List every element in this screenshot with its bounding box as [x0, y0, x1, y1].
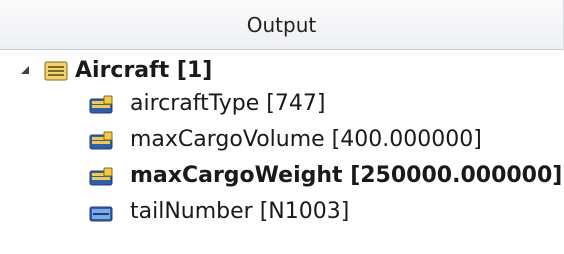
tree-node-label: maxCargoWeight [250000.000000]	[130, 162, 563, 188]
tree-node-maxCargoWeight[interactable]: maxCargoWeight [250000.000000]	[0, 158, 564, 194]
tree-node-maxCargoVolume[interactable]: maxCargoVolume [400.000000]	[0, 122, 564, 158]
tree-node-label: aircraftType [747]	[130, 90, 326, 116]
tree-node-label: tailNumber [N1003]	[130, 198, 350, 224]
expand-collapse-icon[interactable]	[21, 66, 29, 74]
output-panel: Output Aircraft [1] aircraftType [747] m…	[0, 0, 564, 254]
attribute-icon	[89, 167, 113, 187]
attribute-icon	[89, 131, 113, 151]
string-attribute-icon	[89, 203, 113, 223]
tree-node-label: maxCargoVolume [400.000000]	[130, 126, 482, 152]
tree-node-label: Aircraft [1]	[75, 57, 213, 83]
tree-node-aircraftType[interactable]: aircraftType [747]	[0, 86, 564, 122]
panel-header[interactable]: Output	[0, 0, 564, 50]
output-tree[interactable]: Aircraft [1] aircraftType [747] maxCargo…	[0, 50, 564, 254]
class-icon	[44, 61, 68, 81]
tree-node-tailNumber[interactable]: tailNumber [N1003]	[0, 194, 564, 230]
tree-node-aircraft[interactable]: Aircraft [1]	[0, 53, 564, 89]
panel-title: Output	[246, 12, 317, 37]
attribute-icon	[89, 95, 113, 115]
